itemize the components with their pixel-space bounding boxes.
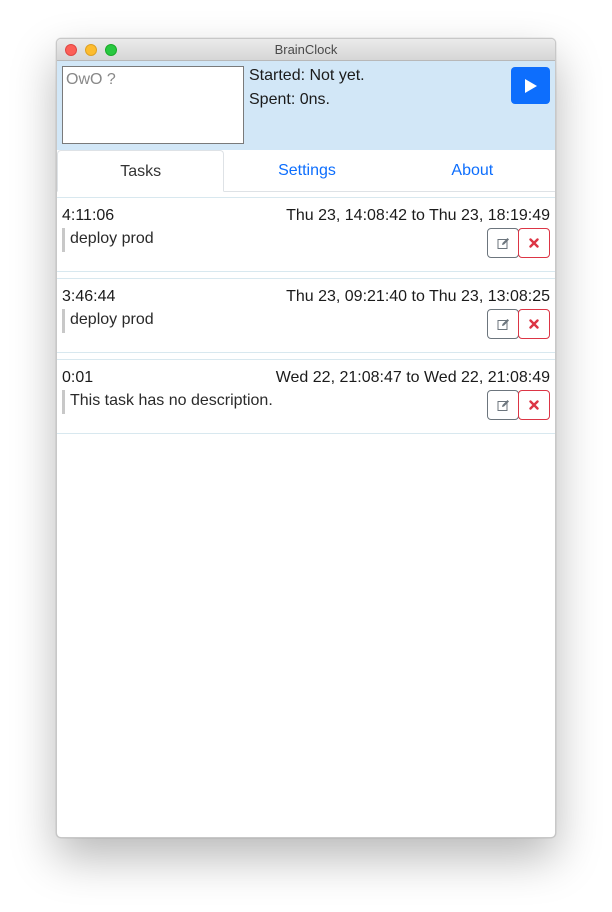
delete-task-button[interactable] (518, 390, 550, 420)
delete-task-button[interactable] (518, 309, 550, 339)
task-time-range: Thu 23, 09:21:40 to Thu 23, 13:08:25 (286, 288, 550, 305)
task-duration: 4:11:06 (62, 207, 115, 224)
spent-status: Spent: 0ns. (249, 91, 330, 108)
task-duration: 0:01 (62, 369, 94, 386)
started-status: Started: Not yet. (249, 67, 365, 84)
delete-task-button[interactable] (518, 228, 550, 258)
tab-about[interactable]: About (390, 150, 555, 191)
task-description-input[interactable] (62, 66, 244, 144)
edit-icon (497, 318, 509, 330)
close-icon (529, 238, 539, 248)
task-item: 4:11:06 Thu 23, 14:08:42 to Thu 23, 18:1… (57, 197, 555, 272)
tab-tasks[interactable]: Tasks (57, 150, 225, 192)
tab-bar: Tasks Settings About (57, 150, 555, 192)
task-item: 3:46:44 Thu 23, 09:21:40 to Thu 23, 13:0… (57, 278, 555, 353)
window-title: BrainClock (274, 42, 338, 57)
start-button[interactable] (511, 67, 550, 104)
title-bar: BrainClock (57, 39, 555, 61)
task-list: 4:11:06 Thu 23, 14:08:42 to Thu 23, 18:1… (57, 197, 555, 440)
close-icon (529, 400, 539, 410)
task-description: This task has no description. (62, 390, 273, 414)
edit-task-button[interactable] (487, 390, 519, 420)
task-item: 0:01 Wed 22, 21:08:47 to Wed 22, 21:08:4… (57, 359, 555, 434)
timer-panel: Started: Not yet. Spent: 0ns. (57, 61, 555, 150)
task-time-range: Wed 22, 21:08:47 to Wed 22, 21:08:49 (275, 369, 550, 386)
task-description: deploy prod (62, 309, 154, 333)
tab-settings[interactable]: Settings (224, 150, 389, 191)
edit-task-button[interactable] (487, 309, 519, 339)
edit-icon (497, 399, 509, 411)
edit-icon (497, 237, 509, 249)
task-duration: 3:46:44 (62, 288, 116, 305)
app-window: BrainClock Started: Not yet. Spent: 0ns.… (56, 38, 556, 838)
task-description: deploy prod (62, 228, 154, 252)
play-icon (524, 78, 537, 93)
task-time-range: Thu 23, 14:08:42 to Thu 23, 18:19:49 (286, 207, 550, 224)
edit-task-button[interactable] (487, 228, 519, 258)
close-icon (529, 319, 539, 329)
